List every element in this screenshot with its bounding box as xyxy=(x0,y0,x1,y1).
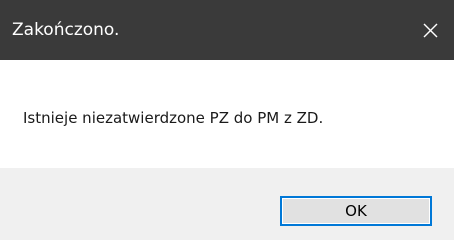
ok-button[interactable]: OK xyxy=(280,196,432,226)
dialog-message: Istnieje niezatwierdzone PZ do PM z ZD. xyxy=(23,109,324,127)
dialog-title: Zakończono. xyxy=(12,20,120,40)
ok-button-label: OK xyxy=(345,202,367,220)
message-dialog: Zakończono. Istnieje niezatwierdzone PZ … xyxy=(0,0,454,240)
title-bar: Zakończono. xyxy=(0,0,454,60)
close-icon xyxy=(423,23,438,38)
dialog-content: Istnieje niezatwierdzone PZ do PM z ZD. xyxy=(0,60,454,168)
dialog-footer: OK xyxy=(0,168,454,240)
close-button[interactable] xyxy=(410,10,450,50)
